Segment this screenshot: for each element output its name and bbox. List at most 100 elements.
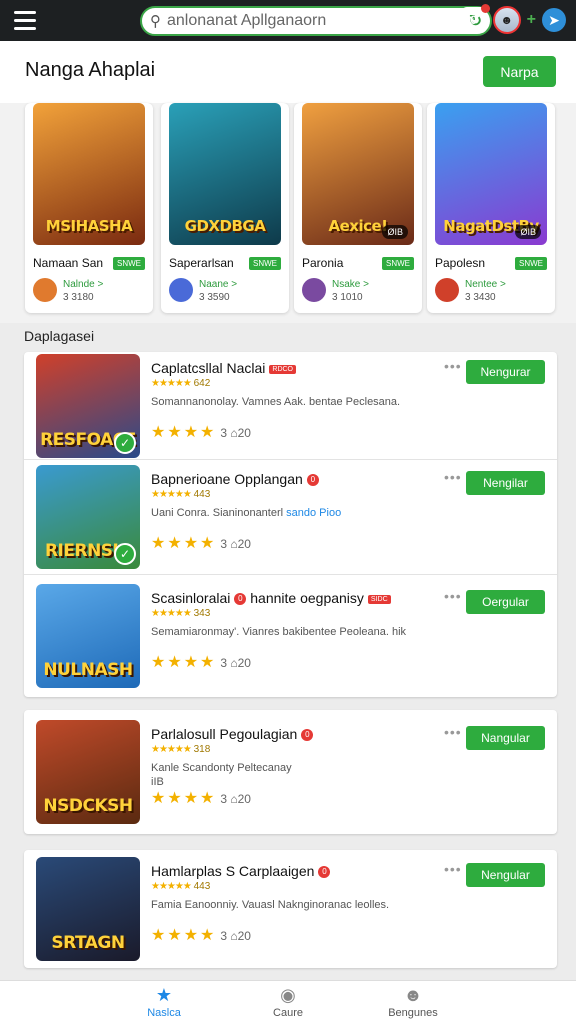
app-description: Kanle Scandonty Peltecanay iIB <box>151 762 292 788</box>
top-bar: ⚲ anlonanat Apllganaorn ↻ 0 ☻ + ➤ <box>0 0 576 41</box>
controller-icon: ◉ <box>280 985 296 1005</box>
app-title[interactable]: Scasinloralai 0 hannite oegpanisy SIDC <box>151 590 391 606</box>
status-badge: RDCO <box>269 364 297 374</box>
star-icon: ★ <box>155 985 173 1005</box>
app-title[interactable]: Bapnerioane Opplangan 0 <box>151 471 319 487</box>
app-description: Uani Conra. Sianinonanterl sando Pioo <box>151 507 342 519</box>
verified-icon: ✓ <box>114 432 136 454</box>
app-thumbnail[interactable]: NSDCKSH <box>36 720 140 824</box>
featured-name: Namaan San <box>33 256 104 270</box>
app-title[interactable]: Caplatcsllal Naclai RDCO <box>151 360 297 376</box>
featured-count: 3 3180 <box>63 292 94 303</box>
artwork-title: MSIHASHA <box>45 217 133 235</box>
avatar[interactable]: ☻ <box>492 6 521 34</box>
rating-stars-icon: ★★★★★ <box>151 744 192 755</box>
app-rating: ★★★★★ 642 <box>151 378 211 389</box>
featured-name: Saperarlsan <box>169 256 234 270</box>
featured-developer[interactable]: Nsake > <box>332 279 369 290</box>
featured-card[interactable]: MSIHASHA Namaan San SNWE Nalnde > 3 3180 <box>25 103 153 313</box>
more-options-icon[interactable]: ••• <box>444 469 462 485</box>
developer-avatar <box>33 278 57 302</box>
app-title[interactable]: Parlalosull Pegoulagian 0 <box>151 726 314 742</box>
app-list-card: SRTAGN Hamlarplas S Carplaaigen 0 ★★★★★ 443… <box>24 850 557 968</box>
featured-card[interactable]: Aexice! ØIB Paronia SNWE Nsake > 3 1010 <box>294 103 422 313</box>
app-description: Famia Eanoonniy. Vauasl Naknginoranac le… <box>151 899 390 911</box>
search-bar[interactable]: ⚲ anlonanat Apllganaorn ↻ <box>140 6 492 36</box>
rating-stars-icon: ★★★★★ <box>151 489 192 500</box>
app-rating: ★★★★★ 443 <box>151 489 211 500</box>
notification-icon[interactable]: 0 <box>460 4 490 33</box>
featured-developer[interactable]: Nalnde > <box>63 279 103 290</box>
list-item[interactable]: RESFOACE ✓ Caplatcsllal Naclai RDCO ★★★★★ 64… <box>24 352 557 459</box>
list-item[interactable]: SRTAGN Hamlarplas S Carplaaigen 0 ★★★★★ 443… <box>24 850 557 968</box>
menu-icon[interactable] <box>10 6 44 36</box>
install-button[interactable]: Oergular <box>466 590 545 614</box>
featured-count: 3 3590 <box>199 292 230 303</box>
more-options-icon[interactable]: ••• <box>444 861 462 877</box>
nav-home[interactable]: ★ Naslca <box>114 985 214 1019</box>
more-options-icon[interactable]: ••• <box>444 358 462 374</box>
thumbnail-title: NSDCKSH <box>43 796 133 816</box>
app-rating: ★★★★★ 343 <box>151 608 211 619</box>
game-artwork: Aexice! ØIB <box>302 103 414 245</box>
app-rating: ★★★★★ 443 <box>151 881 211 892</box>
featured-card[interactable]: GDXDBGA Saperarlsan SNWE Naane > 3 3590 <box>161 103 289 313</box>
star-rating[interactable]: ★★★★ 3 ⌂20 <box>151 788 251 808</box>
app-thumbnail[interactable]: SRTAGN <box>36 857 140 961</box>
section-title: Daplagasei <box>24 328 95 344</box>
featured-carousel: MSIHASHA Namaan San SNWE Nalnde > 3 3180 GDXD… <box>0 103 576 323</box>
app-description: Somannanonolay. Vamnes Aak. bentae Pecle… <box>151 396 401 408</box>
more-options-icon[interactable]: ••• <box>444 724 462 740</box>
app-thumbnail[interactable]: RESFOACE ✓ <box>36 354 140 458</box>
page-header: Nanga Ahaplai Narpa <box>0 41 576 103</box>
alert-dot: 0 <box>234 593 247 606</box>
status-badge: SIDC <box>367 594 391 604</box>
featured-card[interactable]: NagatDstBy ØIB Papolesn SNWE Nentee > 3 3430 <box>427 103 555 313</box>
plus-icon[interactable]: + <box>527 11 536 29</box>
featured-tag: SNWE <box>382 257 414 270</box>
star-rating[interactable]: ★★★★ 3 ⌂20 <box>151 652 251 672</box>
list-item[interactable]: NSDCKSH Parlalosull Pegoulagian 0 ★★★★★ 318… <box>24 710 557 834</box>
featured-count: 3 1010 <box>332 292 363 303</box>
app-list-card: NSDCKSH Parlalosull Pegoulagian 0 ★★★★★ 318… <box>24 710 557 834</box>
rating-stars-icon: ★★★★★ <box>151 378 192 389</box>
profile-icon: ☻ <box>403 985 423 1005</box>
rating-stars-icon: ★★★★★ <box>151 881 192 892</box>
featured-developer[interactable]: Nentee > <box>465 279 506 290</box>
featured-name: Papolesn <box>435 256 486 270</box>
star-rating[interactable]: ★★★★ 3 ⌂20 <box>151 422 251 442</box>
header-action-button[interactable]: Narpa <box>483 56 556 87</box>
app-thumbnail[interactable]: RIERNSIA ✓ <box>36 465 140 569</box>
alert-dot: 0 <box>301 729 314 742</box>
star-rating[interactable]: ★★★★ 3 ⌂20 <box>151 533 251 553</box>
install-button[interactable]: Nengilar <box>466 471 545 495</box>
list-item[interactable]: RIERNSIA ✓ Bapnerioane Opplangan 0 ★★★★★ 443… <box>24 459 557 574</box>
developer-avatar <box>435 278 459 302</box>
featured-tag: SNWE <box>113 257 145 270</box>
install-button[interactable]: Nengular <box>466 863 545 887</box>
artwork-title: Aexice! <box>328 217 388 235</box>
game-artwork: GDXDBGA <box>169 103 281 245</box>
app-thumbnail[interactable]: NULNASH <box>36 584 140 688</box>
app-rating: ★★★★★ 318 <box>151 744 211 755</box>
install-button[interactable]: Nangular <box>466 726 545 750</box>
featured-tag: SNWE <box>249 257 281 270</box>
nav-profile[interactable]: ☻ Bengunes <box>363 985 463 1019</box>
list-item[interactable]: NULNASH Scasinloralai 0 hannite oegpanisy S… <box>24 574 557 697</box>
featured-developer[interactable]: Naane > <box>199 279 237 290</box>
featured-count: 3 3430 <box>465 292 496 303</box>
description-link[interactable]: sando Pioo <box>286 507 341 519</box>
app-description: Semamiaronmay'. Vianres bakibentee Peole… <box>151 626 407 638</box>
thumbnail-title: NULNASH <box>43 660 133 680</box>
nav-center[interactable]: ◉ Caure <box>238 985 338 1019</box>
install-button[interactable]: Nengurar <box>466 360 545 384</box>
game-artwork: MSIHASHA <box>33 103 145 245</box>
star-rating[interactable]: ★★★★ 3 ⌂20 <box>151 925 251 945</box>
more-options-icon[interactable]: ••• <box>444 588 462 604</box>
alert-dot: 0 <box>306 474 319 487</box>
rating-stars-icon: ★★★★★ <box>151 608 192 619</box>
app-title[interactable]: Hamlarplas S Carplaaigen 0 <box>151 863 331 879</box>
search-input[interactable]: anlonanat Apllganaorn <box>167 12 469 30</box>
app-list-card: RESFOACE ✓ Caplatcsllal Naclai RDCO ★★★★★ 64… <box>24 352 557 697</box>
bird-icon[interactable]: ➤ <box>542 8 566 32</box>
